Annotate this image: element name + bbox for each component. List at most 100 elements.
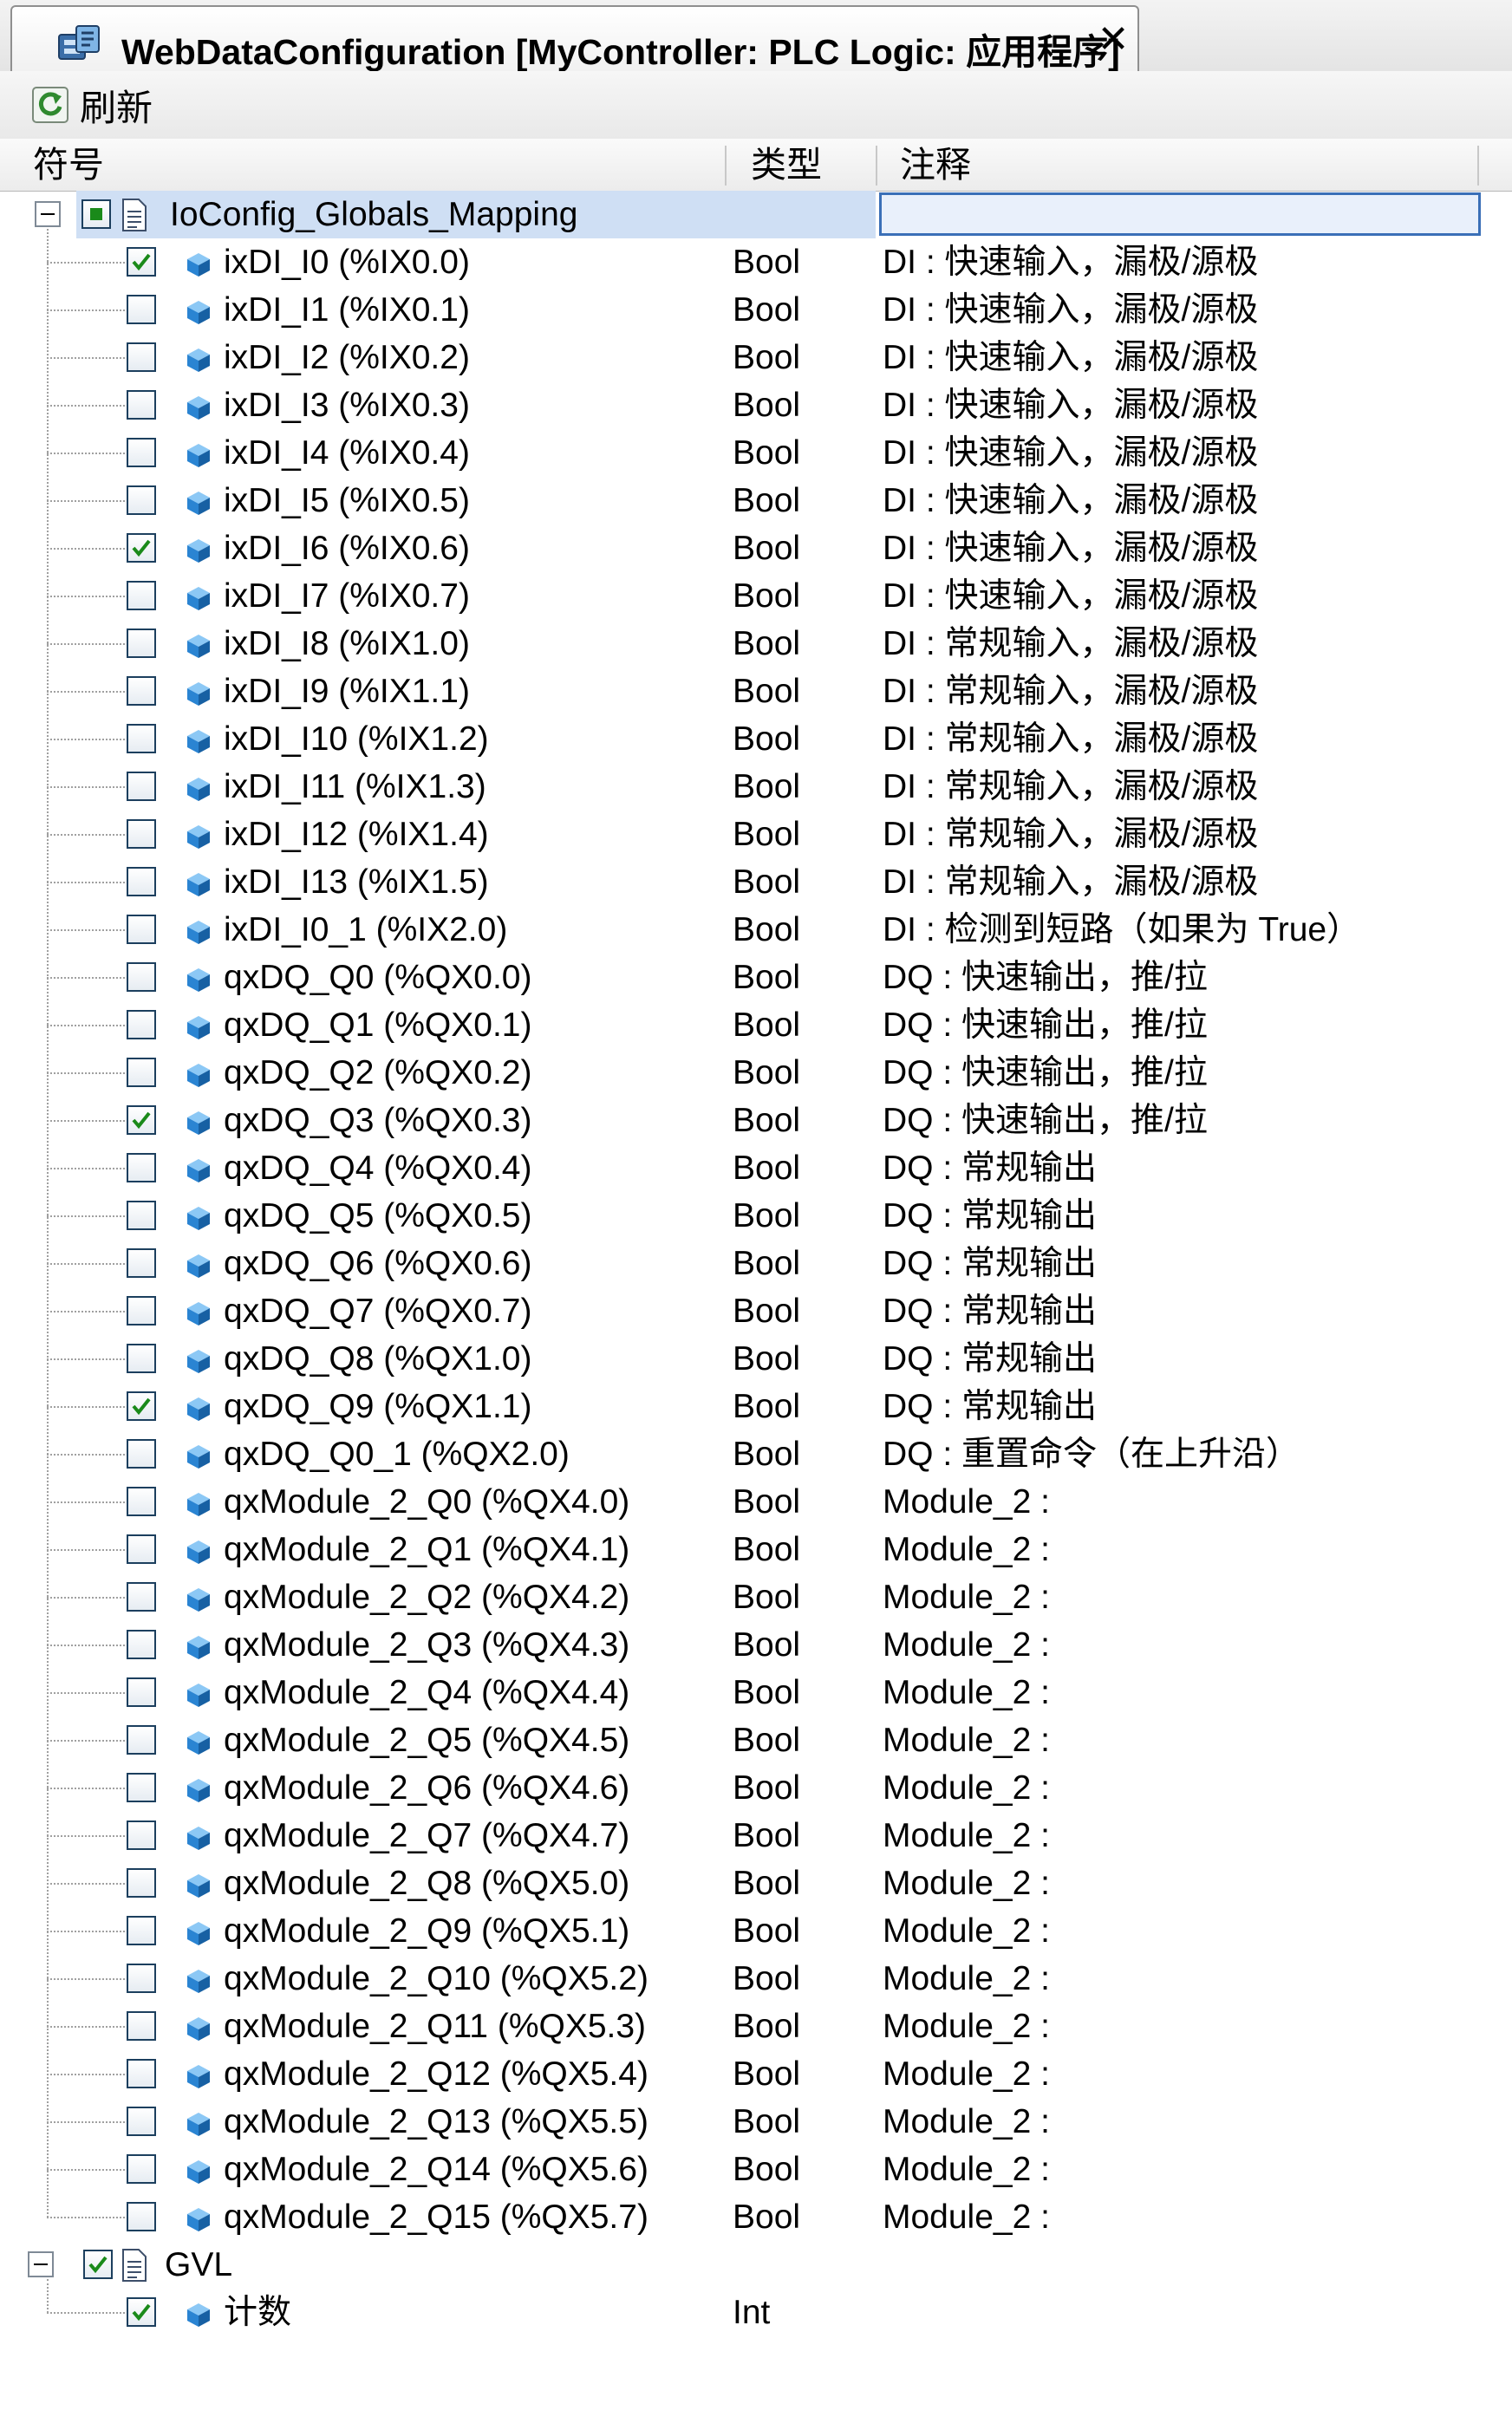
variable-checkbox[interactable] [127, 1964, 156, 1993]
variable-row[interactable]: ixDI_I6 (%IX0.6) Bool DI : 快速输入，漏极/源极 [0, 524, 1512, 572]
variable-checkbox[interactable] [127, 295, 156, 324]
variable-row[interactable]: qxModule_2_Q5 (%QX4.5) Bool Module_2 : [0, 1716, 1512, 1764]
variable-checkbox[interactable] [127, 1534, 156, 1564]
variable-checkbox[interactable] [127, 962, 156, 992]
variable-row[interactable]: qxModule_2_Q8 (%QX5.0) Bool Module_2 : [0, 1860, 1512, 1907]
variable-row[interactable]: qxModule_2_Q9 (%QX5.1) Bool Module_2 : [0, 1907, 1512, 1955]
editor-tab[interactable]: WebDataConfiguration [MyController: PLC … [10, 5, 1139, 72]
variable-row[interactable]: qxDQ_Q8 (%QX1.0) Bool DQ : 常规输出 [0, 1335, 1512, 1383]
collapse-toggle-icon[interactable] [35, 201, 61, 227]
variable-row[interactable]: qxModule_2_Q2 (%QX4.2) Bool Module_2 : [0, 1573, 1512, 1621]
variable-row[interactable]: qxModule_2_Q13 (%QX5.5) Bool Module_2 : [0, 2098, 1512, 2146]
variable-row[interactable]: ixDI_I4 (%IX0.4) Bool DI : 快速输入，漏极/源极 [0, 429, 1512, 477]
close-icon[interactable]: ✕ [1094, 21, 1132, 59]
variable-row[interactable]: ixDI_I7 (%IX0.7) Bool DI : 快速输入，漏极/源极 [0, 572, 1512, 620]
variable-checkbox[interactable] [127, 1773, 156, 1802]
column-resize-handle[interactable] [725, 146, 727, 186]
variable-checkbox[interactable] [127, 1344, 156, 1373]
variable-row[interactable]: ixDI_I3 (%IX0.3) Bool DI : 快速输入，漏极/源极 [0, 381, 1512, 429]
variable-row[interactable]: qxModule_2_Q6 (%QX4.6) Bool Module_2 : [0, 1764, 1512, 1812]
variable-row[interactable]: qxModule_2_Q1 (%QX4.1) Bool Module_2 : [0, 1526, 1512, 1573]
variable-row[interactable]: qxModule_2_Q4 (%QX4.4) Bool Module_2 : [0, 1669, 1512, 1716]
comment-edit-field[interactable] [879, 192, 1481, 236]
variable-row[interactable]: ixDI_I1 (%IX0.1) Bool DI : 快速输入，漏极/源极 [0, 286, 1512, 334]
group-checkbox[interactable] [81, 199, 111, 229]
variable-checkbox[interactable] [127, 1868, 156, 1898]
variable-checkbox[interactable] [127, 724, 156, 753]
column-resize-handle[interactable] [1477, 146, 1479, 186]
variable-checkbox[interactable] [127, 1105, 156, 1135]
variable-checkbox[interactable] [127, 2154, 156, 2184]
variable-checkbox[interactable] [127, 772, 156, 801]
variable-row[interactable]: qxModule_2_Q15 (%QX5.7) Bool Module_2 : [0, 2193, 1512, 2241]
variable-row[interactable]: ixDI_I9 (%IX1.1) Bool DI : 常规输入，漏极/源极 [0, 668, 1512, 715]
variable-checkbox[interactable] [127, 1058, 156, 1087]
variable-checkbox[interactable] [127, 1391, 156, 1421]
variable-checkbox[interactable] [127, 915, 156, 944]
variable-checkbox[interactable] [127, 676, 156, 706]
variable-row[interactable]: qxDQ_Q9 (%QX1.1) Bool DQ : 常规输出 [0, 1383, 1512, 1430]
tree-group-row[interactable]: GVL [0, 2241, 1512, 2289]
column-resize-handle[interactable] [876, 146, 877, 186]
variable-checkbox[interactable] [127, 2011, 156, 2041]
variable-checkbox[interactable] [127, 581, 156, 610]
collapse-toggle-icon[interactable] [28, 2251, 54, 2277]
variable-row[interactable]: qxModule_2_Q0 (%QX4.0) Bool Module_2 : [0, 1478, 1512, 1526]
group-checkbox[interactable] [83, 2250, 113, 2279]
tree-group-row[interactable]: IoConfig_Globals_Mapping [0, 191, 1512, 238]
variable-row[interactable]: ixDI_I13 (%IX1.5) Bool DI : 常规输入，漏极/源极 [0, 858, 1512, 906]
variable-row[interactable]: 计数 Int [0, 2289, 1512, 2336]
variable-row[interactable]: ixDI_I12 (%IX1.4) Bool DI : 常规输入，漏极/源极 [0, 811, 1512, 858]
variable-row[interactable]: ixDI_I11 (%IX1.3) Bool DI : 常规输入，漏极/源极 [0, 763, 1512, 811]
variable-checkbox[interactable] [127, 390, 156, 420]
variable-checkbox[interactable] [127, 2297, 156, 2327]
variable-row[interactable]: ixDI_I10 (%IX1.2) Bool DI : 常规输入，漏极/源极 [0, 715, 1512, 763]
variable-checkbox[interactable] [127, 1630, 156, 1659]
variable-checkbox[interactable] [127, 2202, 156, 2231]
column-header-symbol[interactable]: 符号 [33, 139, 104, 191]
variable-row[interactable]: qxDQ_Q5 (%QX0.5) Bool DQ : 常规输出 [0, 1192, 1512, 1240]
variable-row[interactable]: ixDI_I5 (%IX0.5) Bool DI : 快速输入，漏极/源极 [0, 477, 1512, 524]
variable-checkbox[interactable] [127, 1010, 156, 1039]
variable-row[interactable]: qxDQ_Q7 (%QX0.7) Bool DQ : 常规输出 [0, 1287, 1512, 1335]
variable-row[interactable]: ixDI_I2 (%IX0.2) Bool DI : 快速输入，漏极/源极 [0, 334, 1512, 381]
variable-row[interactable]: qxDQ_Q4 (%QX0.4) Bool DQ : 常规输出 [0, 1144, 1512, 1192]
variable-row[interactable]: qxModule_2_Q14 (%QX5.6) Bool Module_2 : [0, 2146, 1512, 2193]
variable-row[interactable]: qxModule_2_Q11 (%QX5.3) Bool Module_2 : [0, 2003, 1512, 2050]
variable-checkbox[interactable] [127, 1487, 156, 1516]
variable-checkbox[interactable] [127, 867, 156, 896]
variable-row[interactable]: qxDQ_Q1 (%QX0.1) Bool DQ : 快速输出，推/拉 [0, 1001, 1512, 1049]
variable-row[interactable]: qxModule_2_Q12 (%QX5.4) Bool Module_2 : [0, 2050, 1512, 2098]
variable-row[interactable]: ixDI_I8 (%IX1.0) Bool DI : 常规输入，漏极/源极 [0, 620, 1512, 668]
variable-row[interactable]: qxDQ_Q0 (%QX0.0) Bool DQ : 快速输出，推/拉 [0, 954, 1512, 1001]
variable-row[interactable]: qxModule_2_Q10 (%QX5.2) Bool Module_2 : [0, 1955, 1512, 2003]
variable-checkbox[interactable] [127, 1677, 156, 1707]
column-header-comment[interactable]: 注释 [900, 139, 971, 191]
variable-checkbox[interactable] [127, 2107, 156, 2136]
variable-checkbox[interactable] [127, 485, 156, 515]
refresh-button[interactable]: 刷新 [31, 80, 153, 130]
variable-checkbox[interactable] [127, 2059, 156, 2088]
variable-checkbox[interactable] [127, 1153, 156, 1182]
variable-checkbox[interactable] [127, 1248, 156, 1278]
variable-checkbox[interactable] [127, 1725, 156, 1755]
variable-checkbox[interactable] [127, 247, 156, 277]
variable-checkbox[interactable] [127, 1582, 156, 1612]
variable-checkbox[interactable] [127, 533, 156, 563]
variable-row[interactable]: qxModule_2_Q7 (%QX4.7) Bool Module_2 : [0, 1812, 1512, 1860]
variable-row[interactable]: qxDQ_Q2 (%QX0.2) Bool DQ : 快速输出，推/拉 [0, 1049, 1512, 1097]
column-header-type[interactable]: 类型 [751, 139, 822, 191]
variable-checkbox[interactable] [127, 629, 156, 658]
variable-checkbox[interactable] [127, 438, 156, 467]
variable-checkbox[interactable] [127, 1439, 156, 1469]
variable-checkbox[interactable] [127, 1201, 156, 1230]
variable-checkbox[interactable] [127, 1296, 156, 1326]
variable-checkbox[interactable] [127, 1916, 156, 1945]
variable-checkbox[interactable] [127, 342, 156, 372]
variable-row[interactable]: qxDQ_Q0_1 (%QX2.0) Bool DQ : 重置命令（在上升沿） [0, 1430, 1512, 1478]
variable-checkbox[interactable] [127, 1821, 156, 1850]
variable-row[interactable]: qxDQ_Q3 (%QX0.3) Bool DQ : 快速输出，推/拉 [0, 1097, 1512, 1144]
variable-row[interactable]: qxModule_2_Q3 (%QX4.3) Bool Module_2 : [0, 1621, 1512, 1669]
variable-checkbox[interactable] [127, 819, 156, 849]
variable-row[interactable]: ixDI_I0 (%IX0.0) Bool DI : 快速输入，漏极/源极 [0, 238, 1512, 286]
